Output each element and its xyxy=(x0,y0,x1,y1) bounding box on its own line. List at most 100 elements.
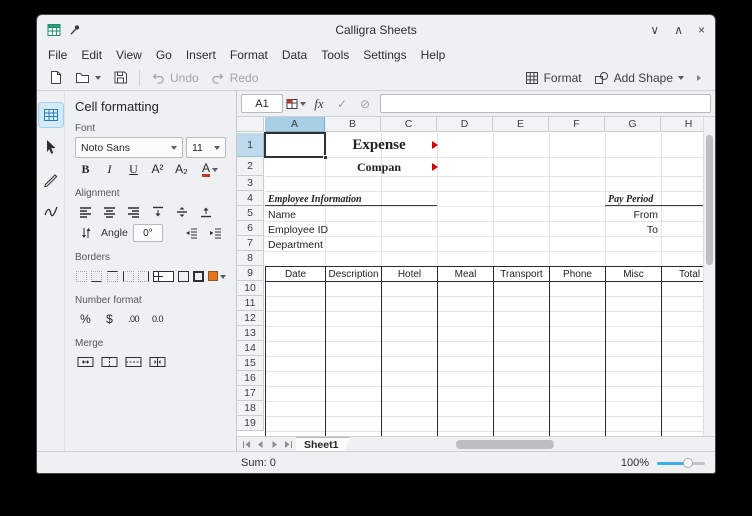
increase-precision-button[interactable]: .00 xyxy=(123,309,144,329)
font-family-select[interactable]: Noto Sans xyxy=(75,137,183,158)
angle-spinbox[interactable]: 0° xyxy=(133,224,163,242)
menu-help[interactable]: Help xyxy=(414,47,453,63)
menu-go[interactable]: Go xyxy=(149,47,179,63)
menu-tools[interactable]: Tools xyxy=(314,47,356,63)
table-header-meal[interactable]: Meal xyxy=(437,266,494,282)
new-document-button[interactable] xyxy=(43,67,68,89)
formula-button[interactable]: fx xyxy=(309,94,329,114)
menu-insert[interactable]: Insert xyxy=(179,47,223,63)
menu-file[interactable]: File xyxy=(41,47,74,63)
row-header-10[interactable]: 10 xyxy=(237,281,264,296)
formula-input[interactable] xyxy=(380,94,711,113)
row-header-6[interactable]: 6 xyxy=(237,221,264,236)
maximize-button[interactable]: ∧ xyxy=(674,24,683,36)
vertical-text-button[interactable] xyxy=(75,223,96,243)
column-header-c[interactable]: C xyxy=(381,117,437,132)
cell-selection[interactable] xyxy=(264,132,326,158)
cancel-button[interactable]: ⊘ xyxy=(355,94,375,114)
row-header-2[interactable]: 2 xyxy=(237,157,264,176)
row-header-18[interactable]: 18 xyxy=(237,401,264,416)
superscript-button[interactable]: A² xyxy=(147,159,168,179)
percent-format-button[interactable]: % xyxy=(75,309,96,329)
row-header-13[interactable]: 13 xyxy=(237,326,264,341)
spreadsheet-grid[interactable]: ABCDEFGH12345678910111213141516171819Dat… xyxy=(237,117,703,436)
column-header-d[interactable]: D xyxy=(437,117,493,132)
menu-data[interactable]: Data xyxy=(275,47,314,63)
unmerge-cells-button[interactable] xyxy=(147,352,168,372)
align-top-button[interactable] xyxy=(147,202,168,222)
row-header-8[interactable]: 8 xyxy=(237,251,264,266)
column-header-a[interactable]: A xyxy=(265,117,325,132)
merge-vertical-button[interactable] xyxy=(123,352,144,372)
decrease-indent-button[interactable] xyxy=(181,223,202,243)
row-header-15[interactable]: 15 xyxy=(237,356,264,371)
titlebar[interactable]: Calligra Sheets ∨ ∧ × xyxy=(37,15,715,45)
row-header-17[interactable]: 17 xyxy=(237,386,264,401)
first-sheet-button[interactable] xyxy=(240,438,252,450)
align-left-button[interactable] xyxy=(75,202,96,222)
zoom-slider-handle[interactable] xyxy=(683,458,693,468)
row-header-5[interactable]: 5 xyxy=(237,206,264,221)
pin-icon[interactable] xyxy=(69,24,81,36)
apply-button[interactable]: ✓ xyxy=(332,94,352,114)
save-button[interactable] xyxy=(108,67,133,89)
italic-button[interactable]: I xyxy=(99,159,120,179)
border-all-button[interactable] xyxy=(153,266,174,286)
zoom-slider[interactable] xyxy=(657,456,705,470)
table-header-hotel[interactable]: Hotel xyxy=(381,266,438,282)
text-color-button[interactable]: A xyxy=(195,159,225,179)
sheet-tab[interactable]: Sheet1 xyxy=(296,437,350,451)
table-header-date[interactable]: Date xyxy=(265,266,326,282)
row-header-4[interactable]: 4 xyxy=(237,191,264,206)
row-header-12[interactable]: 12 xyxy=(237,311,264,326)
menu-edit[interactable]: Edit xyxy=(74,47,109,63)
format-button[interactable]: Format xyxy=(520,67,587,89)
merge-horizontal-button[interactable] xyxy=(99,352,120,372)
row-header-7[interactable]: 7 xyxy=(237,236,264,251)
align-right-button[interactable] xyxy=(123,202,144,222)
bold-button[interactable]: B xyxy=(75,159,96,179)
cell-tool-button[interactable] xyxy=(39,103,63,127)
column-header-h[interactable]: H xyxy=(661,117,703,132)
redo-button[interactable]: Redo xyxy=(206,67,264,89)
toolbar-overflow-button[interactable] xyxy=(691,67,709,89)
freehand-tool-button[interactable] xyxy=(39,199,63,223)
increase-indent-button[interactable] xyxy=(205,223,226,243)
border-left-button[interactable] xyxy=(122,266,135,286)
row-header-9[interactable]: 9 xyxy=(237,266,264,281)
add-shape-button[interactable]: Add Shape xyxy=(589,67,689,89)
pen-tool-button[interactable] xyxy=(39,167,63,191)
border-none-button[interactable] xyxy=(75,266,88,286)
underline-button[interactable]: U xyxy=(123,159,144,179)
column-header-f[interactable]: F xyxy=(549,117,605,132)
vertical-scrollbar[interactable] xyxy=(703,117,715,436)
border-thick-button[interactable] xyxy=(192,266,205,286)
vscroll-thumb[interactable] xyxy=(706,135,713,265)
table-header-misc[interactable]: Misc xyxy=(605,266,662,282)
subscript-button[interactable]: A₂ xyxy=(171,159,192,179)
named-ranges-button[interactable] xyxy=(286,94,306,114)
column-header-g[interactable]: G xyxy=(605,117,661,132)
border-color-button[interactable] xyxy=(208,266,226,286)
horizontal-scrollbar[interactable] xyxy=(352,437,712,452)
border-bottom-button[interactable] xyxy=(91,266,104,286)
table-header-transport[interactable]: Transport xyxy=(493,266,550,282)
row-header-1[interactable]: 1 xyxy=(237,133,264,157)
column-header-e[interactable]: E xyxy=(493,117,549,132)
align-middle-button[interactable] xyxy=(171,202,192,222)
merge-cells-button[interactable] xyxy=(75,352,96,372)
cell-reference-box[interactable]: A1 xyxy=(241,94,283,113)
align-center-button[interactable] xyxy=(99,202,120,222)
column-header-b[interactable]: B xyxy=(325,117,381,132)
last-sheet-button[interactable] xyxy=(282,438,294,450)
row-header-16[interactable]: 16 xyxy=(237,371,264,386)
border-top-button[interactable] xyxy=(106,266,119,286)
decrease-precision-button[interactable]: 0.0 xyxy=(147,309,168,329)
undo-button[interactable]: Undo xyxy=(146,67,204,89)
next-sheet-button[interactable] xyxy=(268,438,280,450)
table-header-total[interactable]: Total xyxy=(661,266,703,282)
shape-select-tool-button[interactable] xyxy=(39,135,63,159)
row-header-11[interactable]: 11 xyxy=(237,296,264,311)
minimize-button[interactable]: ∨ xyxy=(650,24,659,36)
border-right-button[interactable] xyxy=(137,266,150,286)
